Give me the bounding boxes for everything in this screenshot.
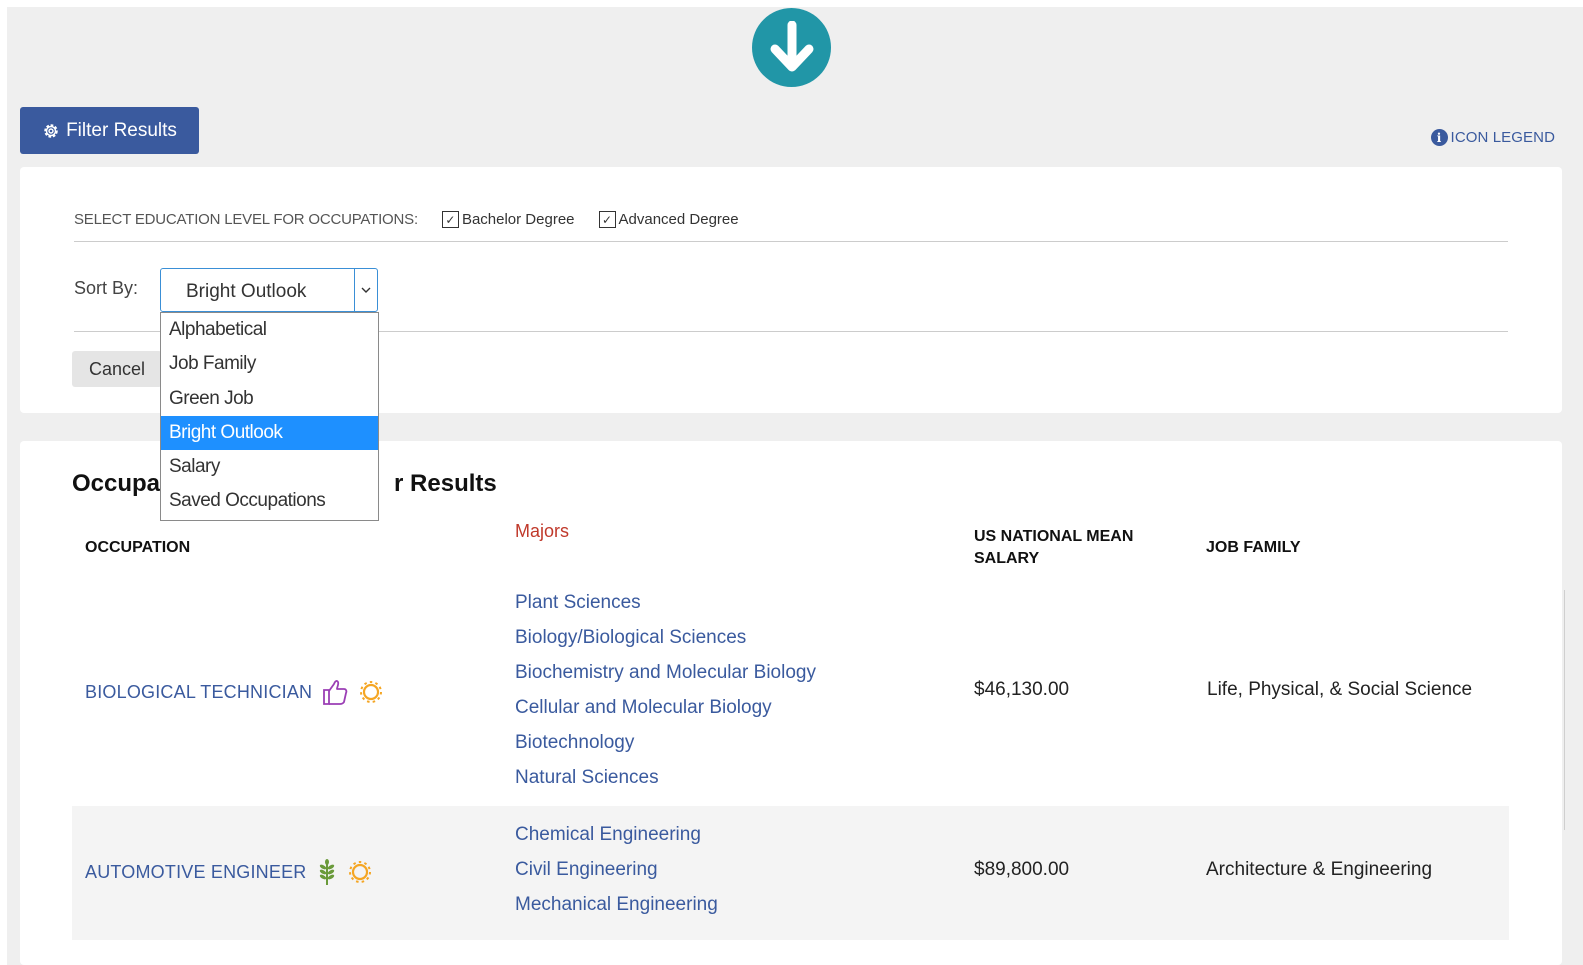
- sort-by-select[interactable]: Bright Outlook: [160, 268, 378, 312]
- sun-icon: [347, 859, 373, 885]
- checkbox-checked-icon: ✓: [441, 211, 459, 228]
- sort-option-salary[interactable]: Salary: [161, 450, 378, 484]
- info-icon: i: [1430, 129, 1448, 146]
- salary-value: $46,130.00: [974, 679, 1070, 700]
- table-row-occupation[interactable]: BIOLOGICAL TECHNICIAN: [85, 678, 384, 706]
- chevron-down-icon: [354, 269, 377, 311]
- icon-legend-link[interactable]: i ICON LEGEND: [1430, 129, 1555, 146]
- sun-icon: [358, 679, 384, 705]
- major-link[interactable]: Plant Sciences: [515, 592, 641, 614]
- column-header-job-family: JOB FAMILY: [1206, 539, 1301, 556]
- gear-icon: [44, 123, 58, 138]
- filter-results-button[interactable]: Filter Results: [20, 107, 199, 154]
- download-button[interactable]: [752, 8, 831, 87]
- arrow-down-circle-icon: [770, 20, 813, 71]
- wheat-icon: [317, 857, 337, 887]
- occupation-link[interactable]: AUTOMOTIVE ENGINEER: [85, 862, 307, 883]
- major-link[interactable]: Civil Engineering: [515, 859, 658, 881]
- major-link[interactable]: Biochemistry and Molecular Biology: [515, 662, 816, 684]
- thumbs-up-icon: [322, 678, 348, 706]
- major-link[interactable]: Cellular and Molecular Biology: [515, 697, 772, 719]
- major-link[interactable]: Mechanical Engineering: [515, 894, 718, 916]
- cancel-button[interactable]: Cancel: [72, 351, 162, 387]
- column-header-majors: Majors: [515, 521, 570, 541]
- scroll-edge: [1564, 590, 1565, 830]
- advanced-degree-checkbox[interactable]: ✓ Advanced Degree: [598, 211, 739, 228]
- bachelor-degree-checkbox[interactable]: ✓ Bachelor Degree: [441, 211, 575, 228]
- sort-option-job-family[interactable]: Job Family: [161, 347, 378, 381]
- bachelor-degree-label: Bachelor Degree: [461, 211, 575, 228]
- sort-option-alphabetical[interactable]: Alphabetical: [161, 313, 378, 347]
- occupation-link[interactable]: BIOLOGICAL TECHNICIAN: [85, 682, 312, 703]
- job-family-value: Architecture & Engineering: [1206, 859, 1433, 880]
- advanced-degree-label: Advanced Degree: [618, 211, 739, 228]
- sort-option-green-job[interactable]: Green Job: [161, 382, 378, 416]
- salary-value: $89,800.00: [974, 859, 1070, 880]
- column-header-occupation: OCCUPATION: [85, 539, 191, 556]
- major-link[interactable]: Chemical Engineering: [515, 824, 701, 846]
- job-family-value: Life, Physical, & Social Science: [1207, 679, 1473, 700]
- divider: [74, 241, 1508, 242]
- major-link[interactable]: Biotechnology: [515, 732, 634, 754]
- education-level-row: SELECT EDUCATION LEVEL FOR OCCUPATIONS: …: [74, 211, 763, 228]
- table-row-occupation[interactable]: AUTOMOTIVE ENGINEER: [85, 857, 373, 887]
- sort-by-label: Sort By:: [74, 278, 139, 298]
- checkbox-checked-icon: ✓: [598, 211, 616, 228]
- column-header-salary: US NATIONAL MEAN SALARY: [974, 528, 1134, 567]
- icon-legend-label: ICON LEGEND: [1450, 129, 1555, 146]
- sort-option-bright-outlook[interactable]: Bright Outlook: [161, 415, 378, 451]
- sort-option-saved-occupations[interactable]: Saved Occupations: [161, 484, 378, 518]
- education-level-label: SELECT EDUCATION LEVEL FOR OCCUPATIONS:: [74, 211, 418, 228]
- sort-by-dropdown: Alphabetical Job Family Green Job Bright…: [160, 312, 379, 521]
- sort-by-value: Bright Outlook: [186, 281, 307, 302]
- filter-results-label: Filter Results: [66, 119, 177, 141]
- major-link[interactable]: Biology/Biological Sciences: [515, 627, 746, 649]
- major-link[interactable]: Natural Sciences: [515, 767, 659, 789]
